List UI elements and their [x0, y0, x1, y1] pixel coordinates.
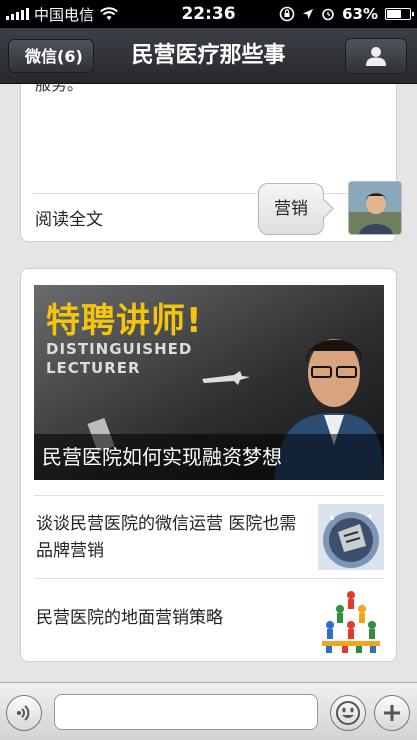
- article-thumbnail: [318, 587, 384, 653]
- featured-article-title: 民营医院如何实现融资梦想: [34, 434, 384, 480]
- article-title: 谈谈民营医院的微信运营 医院也需品牌营销: [36, 514, 297, 561]
- hero-subtitle: DISTINGUISHED LECTURER: [46, 340, 193, 377]
- battery-icon: [385, 8, 414, 20]
- list-item[interactable]: 谈谈民营医院的微信运营 医院也需品牌营销: [34, 495, 384, 578]
- outgoing-message-bubble[interactable]: 营销: [258, 183, 324, 235]
- chat-area[interactable]: 服务。 阅读全文 › 营销: [0, 84, 417, 682]
- emoji-button[interactable]: [330, 695, 366, 731]
- article-card-multi: 特聘讲师! DISTINGUISHED LECTURER 民营医院如何实现融资梦…: [20, 268, 397, 662]
- input-bar: [0, 682, 417, 740]
- plus-button[interactable]: [374, 695, 410, 731]
- message-input[interactable]: [54, 694, 318, 730]
- hero-headline: 特聘讲师!: [46, 301, 203, 341]
- article-title: 民营医院的地面营销策略: [36, 608, 223, 628]
- featured-article[interactable]: 特聘讲师! DISTINGUISHED LECTURER 民营医院如何实现融资梦…: [34, 285, 384, 480]
- voice-button[interactable]: [6, 695, 42, 731]
- article-excerpt: 服务。: [35, 84, 84, 94]
- list-item[interactable]: 民营医院的地面营销策略: [34, 578, 384, 661]
- status-bar: 中国电信 22:36 63%: [0, 0, 417, 28]
- signal-icon: [6, 8, 29, 20]
- wifi-icon: [100, 7, 118, 20]
- read-full-article-link[interactable]: 阅读全文 ›: [35, 195, 384, 239]
- avatar-photo: [349, 182, 401, 234]
- message-text: 营销: [274, 199, 308, 219]
- location-arrow-icon: [303, 9, 314, 19]
- article-card-previous[interactable]: 服务。 阅读全文 ›: [20, 84, 397, 242]
- orientation-lock-icon: [279, 6, 295, 22]
- emoji-icon: [336, 701, 360, 725]
- nav-bar: 微信(6) 民营医疗那些事: [0, 28, 417, 84]
- carrier-label: 中国电信: [34, 5, 95, 24]
- person-icon: [366, 47, 386, 66]
- divider: [33, 193, 384, 194]
- article-thumbnail: [318, 504, 384, 570]
- back-button[interactable]: 微信(6): [8, 39, 94, 73]
- plus-icon: [384, 705, 400, 721]
- read-more-label: 阅读全文: [35, 209, 103, 230]
- back-button-label: 微信(6): [25, 47, 83, 66]
- alarm-icon: [322, 8, 334, 21]
- voice-icon: [17, 705, 30, 721]
- profile-button[interactable]: [345, 38, 407, 74]
- battery-percent: 63%: [342, 5, 378, 23]
- avatar[interactable]: [348, 181, 402, 235]
